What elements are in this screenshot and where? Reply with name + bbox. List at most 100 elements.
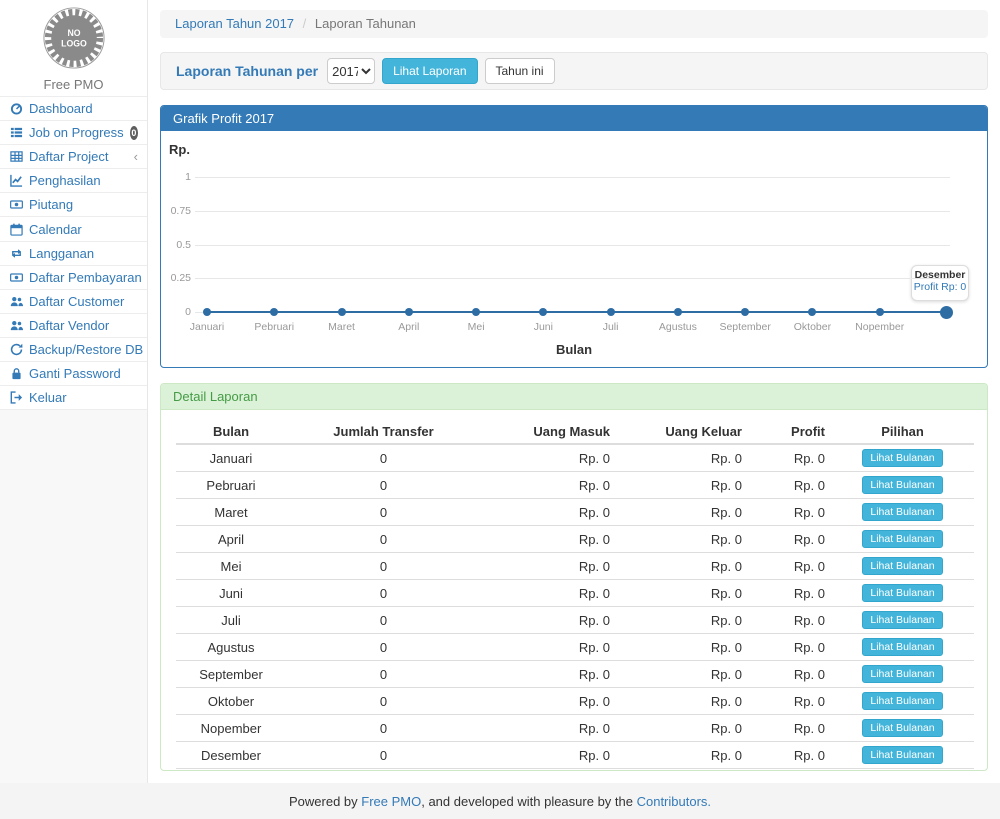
sidebar-item-daftar-vendor[interactable]: Daftar Vendor [0,314,147,338]
table-cell: Juli [176,607,286,634]
chevron-left-icon: ‹ [134,149,138,164]
sidebar-menu: Dashboard Job on Progress 0 Daftar Project‹… [0,96,147,410]
sidebar-item-piutang[interactable]: Piutang [0,193,147,217]
table-cell: Rp. 0 [748,634,831,661]
free-pmo-link[interactable]: Free PMO [361,794,421,809]
chart-data-point-maret[interactable] [338,308,346,316]
tahun-ini-button[interactable]: Tahun ini [485,58,555,84]
table-row: Pebruari0Rp. 0Rp. 0Rp. 0Lihat Bulanan [176,472,974,499]
lihat-bulanan-button[interactable]: Lihat Bulanan [862,449,942,467]
chart-data-point-oktober[interactable] [808,308,816,316]
table-cell: Rp. 0 [616,553,748,580]
table-cell: April [176,526,286,553]
table-cell: Rp. 0 [481,688,616,715]
svg-text:LOGO: LOGO [61,39,87,49]
x-axis-label: Bulan [161,342,987,357]
table-cell: 0 [286,688,481,715]
lihat-bulanan-button[interactable]: Lihat Bulanan [862,557,942,575]
lihat-bulanan-button[interactable]: Lihat Bulanan [862,584,942,602]
chart-data-point-september[interactable] [741,308,749,316]
table-cell: Rp. 0 [481,607,616,634]
table-cell: 0 [286,553,481,580]
jobs-count-badge: 0 [130,126,138,140]
table-row: Juni0Rp. 0Rp. 0Rp. 0Lihat Bulanan [176,580,974,607]
sidebar-item-ganti-password[interactable]: Ganti Password [0,362,147,386]
table-cell: Rp. 0 [748,553,831,580]
profit-series-line [207,311,947,313]
dashboard-icon [9,102,23,116]
sign-out-icon [9,391,23,405]
table-cell: Juni [176,580,286,607]
lihat-laporan-button[interactable]: Lihat Laporan [382,58,477,84]
sidebar-item-penghasilan[interactable]: Penghasilan [0,169,147,193]
profit-chart-panel: Grafik Profit 2017 Rp. Bulan Desember Pr… [160,105,988,368]
main-content: Laporan Tahun 2017 / Laporan Tahunan Lap… [149,0,1000,783]
table-cell: Rp. 0 [481,553,616,580]
lihat-bulanan-button[interactable]: Lihat Bulanan [862,638,942,656]
table-cell: 0 [286,472,481,499]
contributors-link[interactable]: Contributors. [637,794,711,809]
lihat-bulanan-button[interactable]: Lihat Bulanan [862,503,942,521]
table-cell: Rp. 0 [616,472,748,499]
table-cell: 0 [286,526,481,553]
lihat-bulanan-button[interactable]: Lihat Bulanan [862,665,942,683]
table-cell: Rp. 0 [748,688,831,715]
chart-data-point-mei[interactable] [472,308,480,316]
sidebar-item-label: Job on Progress [29,125,124,140]
gridline [195,177,950,178]
sidebar-item-daftar-customer[interactable]: Daftar Customer [0,290,147,314]
gridline [195,245,950,246]
sidebar-item-keluar[interactable]: Keluar [0,386,147,410]
lihat-bulanan-button[interactable]: Lihat Bulanan [862,746,942,764]
table-cell: 0 [286,580,481,607]
action-cell: Lihat Bulanan [831,526,974,553]
table-cell: Mei [176,553,286,580]
x-tick-label: Juli [578,321,644,333]
lihat-bulanan-button[interactable]: Lihat Bulanan [862,692,942,710]
table-cell: Rp. 0 [616,580,748,607]
chart-data-point-agustus[interactable] [674,308,682,316]
table-cell: Agustus [176,634,286,661]
chart-data-point-desember[interactable] [940,306,953,319]
chart-data-point-pebruari[interactable] [270,308,278,316]
chart-data-point-januari[interactable] [203,308,211,316]
action-cell: Lihat Bulanan [831,472,974,499]
table-cell: Rp. 0 [616,526,748,553]
chart-data-point-april[interactable] [405,308,413,316]
sidebar-item-backup-restore-db[interactable]: Backup/Restore DB [0,338,147,362]
sidebar-item-langganan[interactable]: Langganan [0,242,147,266]
table-cell: September [176,661,286,688]
lihat-bulanan-button[interactable]: Lihat Bulanan [862,719,942,737]
sidebar-item-job-on-progress[interactable]: Job on Progress 0 [0,121,147,145]
lihat-bulanan-button[interactable]: Lihat Bulanan [862,611,942,629]
table-cell: Rp. 0 [748,472,831,499]
sidebar-item-daftar-pembayaran[interactable]: Daftar Pembayaran [0,266,147,290]
table-cell: Desember [176,742,286,769]
breadcrumb-link[interactable]: Laporan Tahun 2017 [175,16,294,31]
x-tick-label: Maret [309,321,375,333]
year-select[interactable]: 2017 [327,58,375,84]
lihat-bulanan-button[interactable]: Lihat Bulanan [862,476,942,494]
retweet-icon [9,246,23,260]
users-icon [9,294,23,308]
table-cell: Rp. 0 [748,526,831,553]
column-header: Jumlah Transfer [286,420,481,444]
chart-data-point-nopember[interactable] [876,308,884,316]
sidebar-item-daftar-project[interactable]: Daftar Project‹ [0,145,147,169]
table-cell: Rp. 0 [481,580,616,607]
chart-data-point-juli[interactable] [607,308,615,316]
chart-data-point-juni[interactable] [539,308,547,316]
table-cell: Januari [176,444,286,472]
table-cell: 0 [286,444,481,472]
y-tick-label: 0.5 [161,239,191,251]
table-row: Oktober0Rp. 0Rp. 0Rp. 0Lihat Bulanan [176,688,974,715]
sidebar-item-dashboard[interactable]: Dashboard [0,97,147,121]
action-cell: Lihat Bulanan [831,661,974,688]
table-cell: 0 [286,769,481,772]
lihat-bulanan-button[interactable]: Lihat Bulanan [862,530,942,548]
table-cell: Maret [176,499,286,526]
table-cell: 0 [286,715,481,742]
table-row: Januari0Rp. 0Rp. 0Rp. 0Lihat Bulanan [176,444,974,472]
action-cell: Lihat Bulanan [831,742,974,769]
sidebar-item-calendar[interactable]: Calendar [0,217,147,241]
